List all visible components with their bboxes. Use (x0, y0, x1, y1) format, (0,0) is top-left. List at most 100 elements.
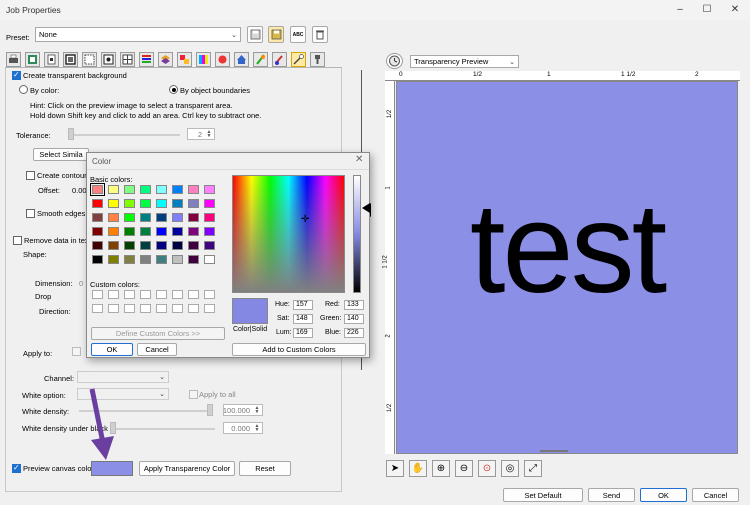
tab-cut-icon[interactable] (253, 52, 268, 67)
basic-color-swatch[interactable] (156, 227, 167, 236)
red-input[interactable]: 133 (344, 300, 364, 310)
tolerance-input[interactable]: 2 ▲ ▼ (187, 128, 215, 140)
basic-color-swatch[interactable] (90, 183, 105, 196)
custom-color-swatch[interactable] (204, 304, 215, 313)
basic-color-swatch[interactable] (204, 241, 215, 250)
tolerance-slider-thumb[interactable] (68, 128, 74, 140)
define-custom-colors-button[interactable]: Define Custom Colors >> (91, 327, 225, 340)
basic-color-swatch[interactable] (124, 185, 135, 194)
preview-canvas-color-checkbox[interactable] (12, 463, 21, 473)
cancel-button[interactable]: Cancel (692, 488, 739, 502)
dialog-ok-button[interactable]: OK (91, 343, 133, 356)
tab-document-icon[interactable] (44, 52, 59, 67)
custom-color-swatch[interactable] (156, 290, 167, 299)
ok-button[interactable]: OK (640, 488, 687, 502)
basic-color-swatch[interactable] (204, 185, 215, 194)
basic-color-swatch[interactable] (92, 213, 103, 222)
custom-color-swatch[interactable] (108, 290, 119, 299)
basic-color-swatch[interactable] (108, 255, 119, 264)
basic-color-swatch[interactable] (204, 227, 215, 236)
blue-input[interactable]: 226 (344, 328, 364, 338)
basic-color-swatch[interactable] (156, 213, 167, 222)
basic-color-swatch[interactable] (204, 213, 215, 222)
basic-color-swatch[interactable] (140, 255, 151, 264)
basic-color-swatch[interactable] (172, 185, 183, 194)
custom-color-swatch[interactable] (172, 290, 183, 299)
create-contour-checkbox[interactable] (26, 171, 35, 180)
basic-color-swatch[interactable] (108, 213, 119, 222)
basic-color-swatch[interactable] (140, 213, 151, 222)
basic-color-swatch[interactable] (108, 199, 119, 208)
tab-media-icon[interactable] (25, 52, 40, 67)
basic-color-swatch[interactable] (108, 185, 119, 194)
white-density-thumb[interactable] (207, 404, 213, 416)
custom-color-swatch[interactable] (172, 304, 183, 313)
basic-color-swatch[interactable] (140, 199, 151, 208)
tab-layout-icon[interactable] (63, 52, 78, 67)
basic-color-swatch[interactable] (140, 227, 151, 236)
set-default-button[interactable]: Set Default (503, 488, 583, 502)
tab-printer-icon[interactable] (6, 52, 21, 67)
basic-color-swatch[interactable] (124, 241, 135, 250)
tab-tiling-icon[interactable] (120, 52, 135, 67)
remove-data-checkbox[interactable] (13, 236, 22, 245)
tab-brush-icon[interactable] (310, 52, 325, 67)
dialog-close-icon[interactable]: ✕ (355, 154, 363, 165)
by-object-boundaries-radio[interactable] (169, 85, 178, 94)
dimension-value[interactable]: 0 (79, 279, 83, 288)
apply-transparency-color-button[interactable]: Apply Transparency Color (139, 461, 235, 476)
tab-color-bars-icon[interactable] (139, 52, 154, 67)
reset-button[interactable]: Reset (239, 461, 291, 476)
basic-color-swatch[interactable] (156, 255, 167, 264)
basic-color-swatch[interactable] (204, 199, 215, 208)
basic-color-swatch[interactable] (188, 199, 199, 208)
basic-color-swatch[interactable] (124, 213, 135, 222)
minimize-icon[interactable]: – (673, 3, 687, 17)
color-spectrum[interactable]: ✛ (232, 175, 345, 293)
basic-color-swatch[interactable] (108, 227, 119, 236)
basic-color-swatch[interactable] (172, 241, 183, 250)
by-color-radio[interactable] (19, 85, 28, 94)
basic-color-swatch[interactable] (204, 255, 215, 264)
fit-window-tool[interactable]: ⤢ (524, 460, 542, 477)
basic-color-swatch[interactable] (92, 255, 103, 264)
offset-value[interactable]: 0.00 (72, 186, 87, 195)
lum-input[interactable]: 169 (293, 328, 313, 338)
basic-color-swatch[interactable] (172, 213, 183, 222)
canvas-color-swatch[interactable] (91, 461, 133, 476)
apply-to-all-checkbox[interactable] (189, 390, 198, 399)
custom-color-swatch[interactable] (92, 290, 103, 299)
custom-color-swatch[interactable] (204, 290, 215, 299)
basic-color-swatch[interactable] (140, 185, 151, 194)
tab-transparency-icon[interactable] (291, 52, 306, 67)
zoom-fit-tool[interactable]: ◎ (501, 460, 519, 477)
basic-color-swatch[interactable] (108, 241, 119, 250)
custom-color-swatch[interactable] (140, 304, 151, 313)
add-to-custom-colors-button[interactable]: Add to Custom Colors (232, 343, 366, 356)
preview-mode-select[interactable]: Transparency Preview ⌄ (410, 55, 519, 68)
basic-color-swatch[interactable] (156, 241, 167, 250)
tab-spot-icon[interactable] (215, 52, 230, 67)
basic-color-swatch[interactable] (156, 185, 167, 194)
basic-color-swatch[interactable] (92, 199, 103, 208)
custom-color-swatch[interactable] (188, 290, 199, 299)
luminance-slider[interactable] (353, 175, 361, 293)
custom-color-swatch[interactable] (108, 304, 119, 313)
basic-color-swatch[interactable] (188, 255, 199, 264)
channel-select[interactable]: ⌄ (77, 371, 169, 383)
basic-color-swatch[interactable] (156, 199, 167, 208)
basic-color-swatch[interactable] (124, 255, 135, 264)
save-preset-button[interactable] (247, 26, 263, 43)
white-density-input[interactable]: 100.000 ▲ ▼ (223, 404, 263, 416)
close-icon[interactable]: ✕ (728, 3, 742, 17)
tab-house-icon[interactable] (234, 52, 249, 67)
save-as-preset-button[interactable] (268, 26, 284, 43)
basic-color-swatch[interactable] (188, 185, 199, 194)
tab-paint-icon[interactable] (272, 52, 287, 67)
custom-color-swatch[interactable] (140, 290, 151, 299)
select-similar-button[interactable]: Select Simila (33, 148, 89, 161)
basic-color-swatch[interactable] (172, 255, 183, 264)
canvas-resize-grip[interactable] (540, 450, 568, 452)
tab-layers-icon[interactable] (158, 52, 173, 67)
basic-color-swatch[interactable] (188, 213, 199, 222)
